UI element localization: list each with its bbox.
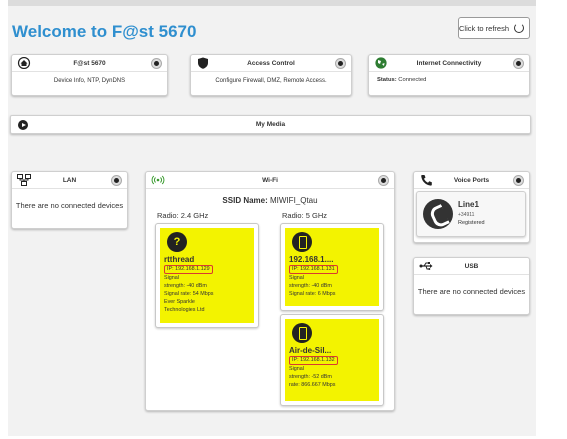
radio-5-label: Radio: 5 GHz <box>282 211 328 220</box>
home-icon <box>17 57 31 69</box>
access-control-title: Access Control <box>247 59 295 67</box>
fast-card-title: F@st 5670 <box>73 59 106 67</box>
refresh-button[interactable]: Click to refresh <box>458 17 530 39</box>
ssid-line: SSID Name: MIWIFI_Qtau <box>146 196 394 205</box>
play-icon <box>18 120 28 130</box>
line-name: Line1 <box>458 200 479 209</box>
internet-card-title: Internet Connectivity <box>416 59 482 67</box>
line-status: Registered <box>458 220 485 226</box>
device-rate: rate: 866.667 Mbps <box>289 382 336 388</box>
shield-icon <box>198 57 208 69</box>
globe-icon <box>375 57 387 69</box>
voice-ports-title: Voice Ports <box>453 176 490 184</box>
wifi-settings-gear-icon[interactable] <box>378 175 389 186</box>
usb-icon <box>419 262 433 270</box>
access-control-card[interactable]: Access Control Configure Firewall, DMZ, … <box>190 54 352 96</box>
lan-settings-gear-icon[interactable] <box>111 175 122 186</box>
device-signal: Signal <box>289 275 304 281</box>
lan-card[interactable]: LAN There are no connected devices <box>11 171 128 229</box>
line-number: +34911 <box>458 212 475 218</box>
phone-icon <box>421 175 432 186</box>
device-signal: Signal <box>164 275 179 281</box>
device-ip: IP: 192.168.1.131 <box>289 265 338 274</box>
fast-card-desc: Device Info, NTP, DynDNS <box>53 78 126 84</box>
internet-card[interactable]: Internet Connectivity Status: Connected <box>368 54 530 96</box>
network-icon <box>17 174 31 186</box>
device-rate: Signal rate: 54 Mbps <box>164 291 214 297</box>
device-signal: Signal <box>289 366 304 372</box>
wifi-title: Wi-Fi <box>262 176 278 184</box>
wifi-card[interactable]: Wi-Fi SSID Name: MIWIFI_Qtau Radio: 2.4 … <box>145 171 395 411</box>
wifi-device-card[interactable]: ? rtthread IP: 192.168.1.129 Signal stre… <box>155 223 259 328</box>
device-strength: strength: -52 dBm <box>289 374 332 380</box>
refresh-icon <box>514 23 524 33</box>
device-strength: strength: -40 dBm <box>289 283 332 289</box>
voice-settings-gear-icon[interactable] <box>513 175 524 186</box>
my-media-bar[interactable]: My Media <box>10 115 531 134</box>
radio-24-label: Radio: 2.4 GHz <box>157 211 209 220</box>
wifi-device-tile: Air-de-Sil... IP: 192.168.1.132 Signal s… <box>285 319 379 401</box>
line-card[interactable]: Line1 +34911 Registered <box>416 191 526 237</box>
status-value: Connected <box>398 77 427 83</box>
wifi-signal-icon <box>151 175 165 185</box>
wifi-device-tile: ? rtthread IP: 192.168.1.129 Signal stre… <box>160 228 254 323</box>
device-name: 192.168.1.... <box>289 255 334 264</box>
fast-card[interactable]: F@st 5670 Device Info, NTP, DynDNS <box>11 54 168 96</box>
phone-device-icon <box>292 323 312 343</box>
page-title: Welcome to F@st 5670 <box>12 22 197 41</box>
phone-device-icon <box>292 232 312 252</box>
lan-title: LAN <box>62 176 77 184</box>
internet-settings-gear-icon[interactable] <box>513 58 524 69</box>
access-settings-gear-icon[interactable] <box>335 58 346 69</box>
lan-empty-message: There are no connected devices <box>15 201 124 210</box>
wifi-device-card[interactable]: 192.168.1.... IP: 192.168.1.131 Signal s… <box>280 223 384 311</box>
wifi-device-card[interactable]: Air-de-Sil... IP: 192.168.1.132 Signal s… <box>280 314 384 406</box>
device-vendor-2: Technologies Ltd <box>164 307 205 313</box>
wifi-device-tile: 192.168.1.... IP: 192.168.1.131 Signal s… <box>285 228 379 306</box>
device-vendor: Ever Sparkle <box>164 299 195 305</box>
my-media-title: My Media <box>255 121 286 128</box>
usb-title: USB <box>464 262 479 270</box>
fast-settings-gear-icon[interactable] <box>151 58 162 69</box>
ssid-label: SSID Name: <box>222 196 268 205</box>
usb-empty-message: There are no connected devices <box>417 287 526 296</box>
device-name: rtthread <box>164 255 195 264</box>
refresh-label: Click to refresh <box>459 23 510 33</box>
access-control-desc: Configure Firewall, DMZ, Remote Access. <box>215 78 327 84</box>
ssid-value: MIWIFI_Qtau <box>270 196 318 205</box>
device-strength: strength: -40 dBm <box>164 283 207 289</box>
device-name: Air-de-Sil... <box>289 346 332 355</box>
question-icon: ? <box>167 232 187 252</box>
internet-status: Status: Connected <box>377 77 426 83</box>
status-label: Status: <box>377 77 397 83</box>
device-rate: Signal rate: 6 Mbps <box>289 291 336 297</box>
usb-card[interactable]: USB There are no connected devices <box>413 257 530 315</box>
phone-handset-icon <box>423 199 453 229</box>
device-ip: IP: 192.168.1.129 <box>164 265 213 274</box>
device-ip: IP: 192.168.1.132 <box>289 356 338 365</box>
